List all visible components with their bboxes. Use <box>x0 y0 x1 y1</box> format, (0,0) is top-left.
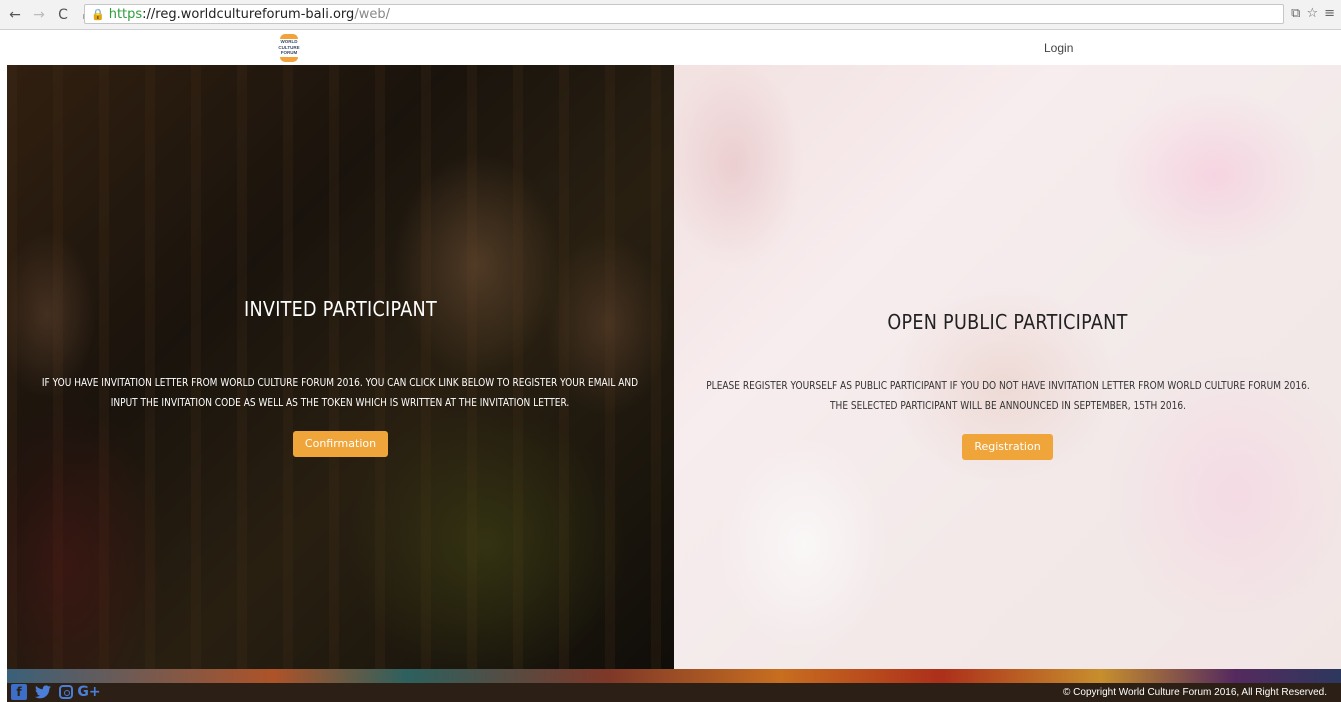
main-content: INVITED PARTICIPANT IF YOU HAVE INVITATI… <box>7 65 1341 669</box>
instagram-icon[interactable] <box>59 685 73 699</box>
confirmation-button[interactable]: Confirmation <box>292 431 389 457</box>
url-host: ://reg.worldcultureforum-bali.org <box>142 6 355 22</box>
address-bar[interactable]: 🔒 https://reg.worldcultureforum-bali.org… <box>84 4 1284 24</box>
forward-icon[interactable]: → <box>30 6 48 24</box>
invited-panel-description: IF YOU HAVE INVITATION LETTER FROM WORLD… <box>41 376 639 409</box>
reload-icon[interactable]: C <box>54 6 72 24</box>
public-panel-content: OPEN PUBLIC PARTICIPANT PLEASE REGISTER … <box>674 310 1341 460</box>
copyright-text: © Copyright World Culture Forum 2016, Al… <box>1063 687 1327 698</box>
menu-icon[interactable]: ≡ <box>1324 6 1335 21</box>
public-panel-description: PLEASE REGISTER YOURSELF AS PUBLIC PARTI… <box>706 379 1310 412</box>
url-scheme: https <box>108 6 143 22</box>
browser-toolbar: ← → C ⌂ 🔒 https://reg.worldcultureforum-… <box>0 0 1341 30</box>
browser-actions: ⧉ ☆ ≡ <box>1291 6 1335 21</box>
site-header: WORLD CULTURE FORUM Login <box>0 31 1341 65</box>
invited-panel-content: INVITED PARTICIPANT IF YOU HAVE INVITATI… <box>7 297 674 457</box>
public-panel-title: OPEN PUBLIC PARTICIPANT <box>887 310 1128 334</box>
invited-panel-title: INVITED PARTICIPANT <box>244 297 437 321</box>
translate-icon[interactable]: ⧉ <box>1291 6 1300 21</box>
url-path: /web/ <box>354 6 390 22</box>
lock-icon: 🔒 <box>91 7 105 21</box>
logo-text: WORLD CULTURE FORUM <box>278 39 300 55</box>
google-plus-icon[interactable]: G+ <box>77 684 100 700</box>
registration-button[interactable]: Registration <box>962 434 1053 460</box>
facebook-icon[interactable]: f <box>11 684 27 700</box>
footer-decorative-strip <box>7 669 1341 683</box>
back-icon[interactable]: ← <box>6 6 24 24</box>
site-logo[interactable]: WORLD CULTURE FORUM <box>276 34 302 62</box>
bookmark-star-icon[interactable]: ☆ <box>1306 6 1318 21</box>
site-footer: f G+ © Copyright World Culture Forum 201… <box>7 669 1341 702</box>
login-link[interactable]: Login <box>1044 41 1073 55</box>
social-links: f G+ <box>11 684 101 700</box>
twitter-icon[interactable] <box>35 684 51 700</box>
invited-participant-panel: INVITED PARTICIPANT IF YOU HAVE INVITATI… <box>7 65 674 669</box>
public-participant-panel: OPEN PUBLIC PARTICIPANT PLEASE REGISTER … <box>674 65 1341 669</box>
logo-arc-bottom <box>280 57 298 62</box>
